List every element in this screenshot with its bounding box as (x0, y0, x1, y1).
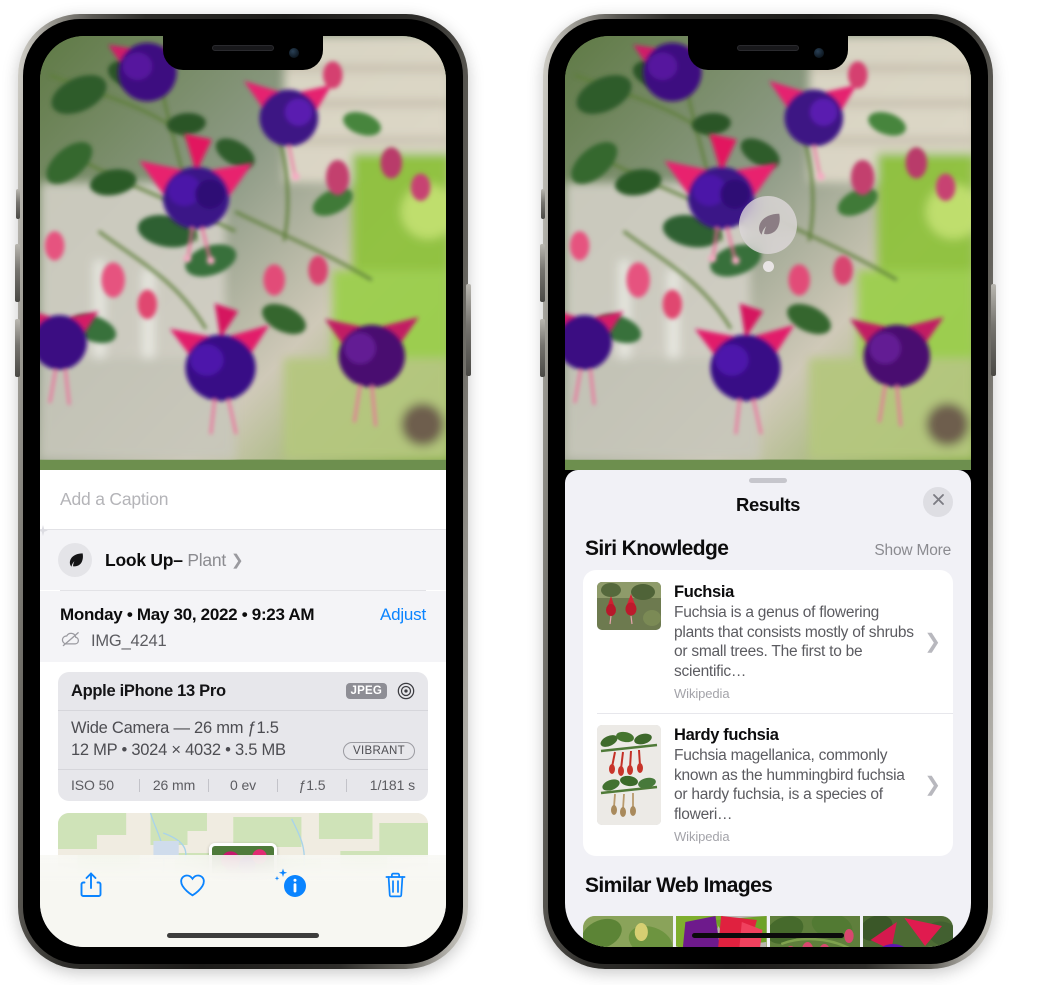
side-power-button[interactable] (466, 284, 471, 376)
web-image-2[interactable] (676, 916, 767, 947)
siri-knowledge-header: Siri Knowledge Show More (565, 527, 971, 570)
result-description: Fuchsia magellanica, commonly known as t… (674, 747, 905, 823)
chevron-right-icon: ❯ (924, 631, 941, 653)
favorite-button[interactable] (170, 867, 214, 903)
result-thumbnail (597, 582, 661, 630)
exif-shutter: 1/181 s (369, 777, 415, 793)
device-notch (163, 36, 323, 70)
result-source: Wikipedia (674, 829, 730, 844)
share-button[interactable] (69, 867, 113, 903)
sheet-title: Results (735, 494, 801, 515)
earpiece-speaker (737, 45, 799, 51)
left-screen: Add a Caption Look Up– Plant ❯ Monday • … (40, 36, 446, 947)
format-badge: JPEG (345, 683, 387, 699)
result-description: Fuchsia is a genus of flowering plants t… (674, 604, 914, 680)
section-title-similar-web-images: Similar Web Images (585, 874, 773, 897)
volume-down-button[interactable] (15, 319, 20, 377)
volume-up-button[interactable] (540, 244, 545, 302)
device-notch (688, 36, 848, 70)
screenshot-stage: Add a Caption Look Up– Plant ❯ Monday • … (0, 0, 1055, 985)
exif-aperture: ƒ1.5 (298, 777, 326, 793)
close-button[interactable] (923, 487, 953, 517)
delete-button[interactable] (373, 867, 417, 903)
front-camera (814, 48, 824, 58)
right-screen: Results Siri Knowledge Show More Fuchsia… (565, 36, 971, 947)
home-indicator[interactable] (692, 933, 844, 938)
info-button[interactable] (272, 867, 316, 903)
mute-switch[interactable] (541, 189, 545, 219)
side-power-button[interactable] (991, 284, 996, 376)
photo-info-sheet: Add a Caption Look Up– Plant ❯ Monday • … (40, 470, 446, 947)
front-camera (289, 48, 299, 58)
caption-input[interactable]: Add a Caption (40, 470, 446, 530)
results-sheet: Results Siri Knowledge Show More Fuchsia… (565, 470, 971, 947)
photo-viewer-right[interactable] (565, 36, 971, 470)
iphone-right-device: Results Siri Knowledge Show More Fuchsia… (540, 14, 996, 969)
section-title-siri-knowledge: Siri Knowledge (585, 537, 729, 560)
exif-ev: 0 ev (229, 777, 257, 793)
web-image-4[interactable] (862, 916, 953, 947)
metadata-block: Monday • May 30, 2022 • 9:23 AM Adjust I… (40, 591, 446, 662)
list-item[interactable]: Hardy fuchsia Fuchsia magellanica, commo… (583, 713, 953, 856)
result-title: Fuchsia (674, 583, 734, 601)
fuchsia-photo-left (40, 36, 446, 460)
iphone-left-device: Add a Caption Look Up– Plant ❯ Monday • … (15, 14, 471, 969)
look-up-category: Plant (187, 549, 226, 570)
visual-lookup-badge[interactable] (739, 196, 797, 272)
home-indicator[interactable] (167, 933, 319, 938)
chevron-right-icon: ❯ (231, 551, 244, 569)
adjust-button[interactable]: Adjust (380, 605, 426, 625)
siri-knowledge-card: Fuchsia Fuchsia is a genus of flowering … (583, 570, 953, 856)
look-up-separator: – (173, 549, 183, 570)
show-more-button[interactable]: Show More (874, 542, 951, 560)
close-icon (931, 492, 946, 512)
photographic-style-badge: VIBRANT (343, 741, 415, 760)
chevron-right-icon: ❯ (924, 774, 941, 796)
exif-focal: 26 mm (152, 777, 196, 793)
look-up-label: Look Up– Plant ❯ (105, 549, 244, 571)
camera-model: Apple iPhone 13 Pro (71, 681, 226, 700)
result-title: Hardy fuchsia (674, 726, 779, 744)
volume-down-button[interactable] (540, 319, 545, 377)
leaf-icon (58, 543, 92, 577)
earpiece-speaker (212, 45, 274, 51)
aperture-icon (396, 681, 416, 701)
results-header: Results (565, 483, 971, 527)
volume-up-button[interactable] (15, 244, 20, 302)
cloud-slash-icon (60, 631, 82, 652)
device-bezel: Add a Caption Look Up– Plant ❯ Monday • … (23, 19, 463, 964)
lens-info: Wide Camera — 26 mm ƒ1.5 (71, 719, 279, 737)
web-image-1[interactable] (583, 916, 674, 947)
result-source: Wikipedia (674, 686, 730, 701)
sparkle-icon (40, 523, 51, 543)
look-up-row[interactable]: Look Up– Plant ❯ (40, 525, 446, 590)
web-image-3[interactable] (769, 916, 860, 947)
similar-web-images-header: Similar Web Images (565, 856, 971, 907)
similar-web-images-strip[interactable] (583, 916, 953, 947)
leaf-icon (739, 196, 797, 254)
capture-date: Monday • May 30, 2022 • 9:23 AM (60, 605, 315, 624)
badge-anchor-dot (762, 261, 774, 272)
exif-iso: ISO 50 (71, 777, 114, 793)
device-bezel: Results Siri Knowledge Show More Fuchsia… (548, 19, 988, 964)
list-item[interactable]: Fuchsia Fuchsia is a genus of flowering … (583, 570, 953, 713)
photo-viewer-left[interactable] (40, 36, 446, 470)
result-thumbnail (597, 725, 661, 825)
file-name: IMG_4241 (91, 632, 167, 650)
exif-row: ISO 50 26 mm 0 ev ƒ1.5 1/181 s (58, 770, 428, 801)
look-up-text: Look Up (105, 549, 174, 570)
image-detail: 12 MP • 3024 × 4032 • 3.5 MB (71, 741, 286, 759)
camera-info-card[interactable]: Apple iPhone 13 Pro JPEG Wide Camera — 2… (58, 672, 428, 801)
mute-switch[interactable] (16, 189, 20, 219)
